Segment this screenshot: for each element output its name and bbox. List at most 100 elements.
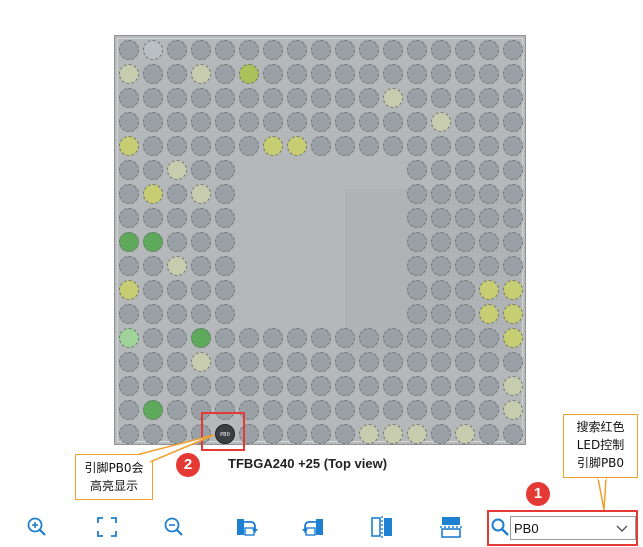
flip-horizontal-button[interactable] (437, 513, 465, 541)
ball-pin[interactable] (455, 400, 475, 420)
ball-pin[interactable] (383, 352, 403, 372)
ball-pin[interactable] (167, 88, 187, 108)
ball-pin[interactable] (119, 136, 139, 156)
ball-pin[interactable] (143, 208, 163, 228)
ball-pin[interactable] (407, 88, 427, 108)
ball-pin[interactable] (263, 400, 283, 420)
ball-pin[interactable] (455, 112, 475, 132)
ball-pin[interactable] (431, 280, 451, 300)
ball-pin[interactable] (359, 64, 379, 84)
ball-pin[interactable] (191, 184, 211, 204)
ball-pin[interactable] (431, 400, 451, 420)
ball-pin[interactable] (335, 400, 355, 420)
ball-pin[interactable] (431, 208, 451, 228)
ball-pin[interactable] (287, 424, 307, 444)
ball-pin[interactable] (503, 400, 523, 420)
ball-pin[interactable] (143, 352, 163, 372)
ball-pin[interactable] (215, 280, 235, 300)
ball-pin[interactable] (119, 208, 139, 228)
ball-pin[interactable] (167, 184, 187, 204)
ball-pin[interactable] (503, 136, 523, 156)
ball-pin[interactable] (479, 64, 499, 84)
ball-pin[interactable] (431, 136, 451, 156)
ball-pin[interactable] (383, 376, 403, 396)
ball-pin[interactable] (239, 352, 259, 372)
ball-pin[interactable] (359, 112, 379, 132)
ball-pin[interactable] (239, 40, 259, 60)
ball-pin[interactable] (431, 352, 451, 372)
ball-pin[interactable] (263, 424, 283, 444)
ball-pin[interactable] (335, 88, 355, 108)
ball-pin[interactable] (287, 400, 307, 420)
ball-pin[interactable] (407, 112, 427, 132)
ball-pin[interactable] (455, 424, 475, 444)
ball-pin[interactable] (455, 88, 475, 108)
ball-pin[interactable] (191, 160, 211, 180)
ball-pin[interactable] (119, 232, 139, 252)
ball-pin[interactable] (119, 424, 139, 444)
ball-pin[interactable] (479, 304, 499, 324)
ball-pin[interactable] (167, 256, 187, 276)
ball-pin[interactable] (455, 40, 475, 60)
ball-pin[interactable] (335, 352, 355, 372)
ball-pin[interactable] (287, 64, 307, 84)
ball-pin[interactable] (359, 376, 379, 396)
ball-pin[interactable] (503, 40, 523, 60)
ball-pin[interactable] (431, 424, 451, 444)
ball-pin[interactable] (479, 160, 499, 180)
ball-pin[interactable] (215, 136, 235, 156)
ball-pin[interactable] (119, 40, 139, 60)
ball-pin[interactable] (407, 256, 427, 276)
ball-pin[interactable] (215, 184, 235, 204)
ball-pin[interactable] (455, 208, 475, 228)
zoom-out-button[interactable] (160, 513, 188, 541)
ball-pin[interactable] (383, 424, 403, 444)
ball-pin[interactable] (143, 88, 163, 108)
ball-pin[interactable] (503, 352, 523, 372)
flip-vertical-button[interactable] (368, 513, 396, 541)
ball-pin[interactable] (383, 64, 403, 84)
ball-pin[interactable] (383, 328, 403, 348)
ball-pin[interactable] (263, 40, 283, 60)
ball-pin[interactable] (335, 64, 355, 84)
ball-pin[interactable] (479, 352, 499, 372)
ball-pin[interactable] (359, 88, 379, 108)
ball-pin[interactable] (119, 352, 139, 372)
ball-pin[interactable] (215, 208, 235, 228)
ball-pin[interactable] (359, 400, 379, 420)
ball-pin[interactable] (215, 256, 235, 276)
ball-pin[interactable] (455, 136, 475, 156)
ball-pin[interactable] (431, 232, 451, 252)
ball-pin[interactable] (287, 112, 307, 132)
ball-pin[interactable] (503, 112, 523, 132)
ball-pin[interactable] (479, 88, 499, 108)
ball-pin[interactable] (335, 376, 355, 396)
ball-pin[interactable] (311, 136, 331, 156)
ball-pin[interactable] (431, 64, 451, 84)
ball-pin[interactable] (215, 232, 235, 252)
ball-pin[interactable] (215, 328, 235, 348)
ball-pin[interactable] (287, 40, 307, 60)
ball-pin[interactable] (215, 112, 235, 132)
ball-pin[interactable] (287, 352, 307, 372)
ball-pin[interactable] (455, 352, 475, 372)
ball-pin[interactable] (335, 112, 355, 132)
ball-pin[interactable] (119, 184, 139, 204)
ball-pin[interactable] (191, 376, 211, 396)
ball-pin[interactable] (455, 280, 475, 300)
ball-pin[interactable] (503, 304, 523, 324)
ball-pin[interactable] (479, 328, 499, 348)
ball-pin[interactable] (191, 88, 211, 108)
ball-pin[interactable] (407, 328, 427, 348)
ball-pin[interactable] (431, 160, 451, 180)
ball-pin[interactable] (455, 184, 475, 204)
ball-pin[interactable] (167, 40, 187, 60)
ball-pin[interactable] (359, 424, 379, 444)
rotate-right-button[interactable] (232, 513, 260, 541)
ball-pin[interactable] (455, 376, 475, 396)
ball-pin[interactable] (167, 232, 187, 252)
ball-pin[interactable] (503, 64, 523, 84)
ball-pin[interactable] (479, 40, 499, 60)
ball-pin[interactable] (263, 112, 283, 132)
ball-pin[interactable] (167, 400, 187, 420)
